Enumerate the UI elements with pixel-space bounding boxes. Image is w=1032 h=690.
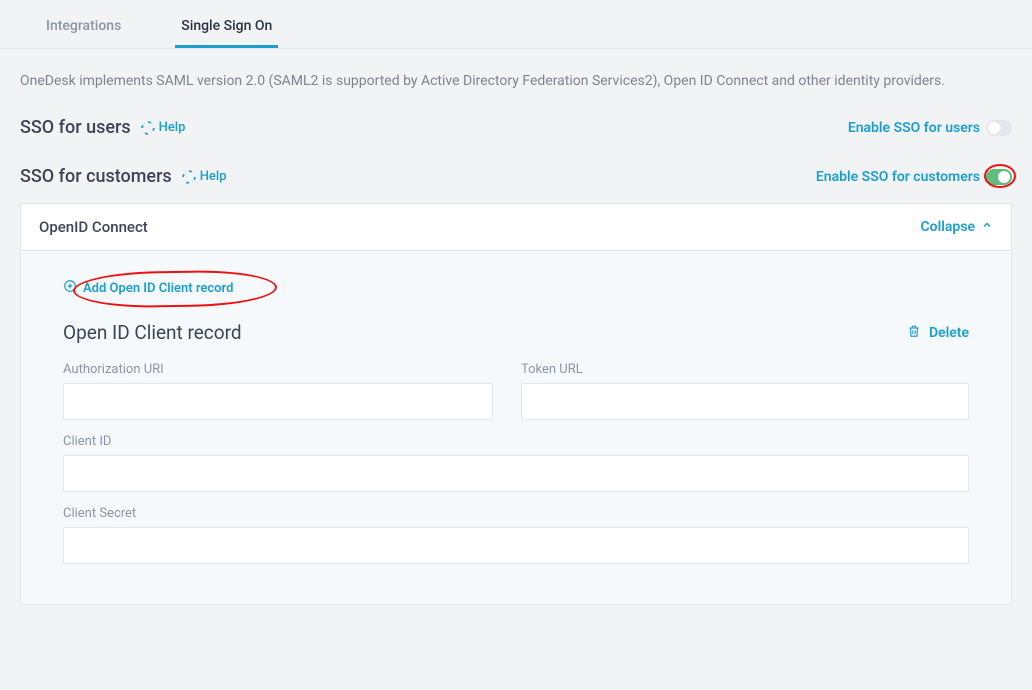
client-id-label: Client ID	[63, 434, 969, 449]
collapse-label: Collapse	[921, 219, 975, 235]
sso-customers-toggle-label: Enable SSO for customers	[816, 169, 980, 185]
sso-customers-help-link[interactable]: Help	[182, 169, 227, 184]
sso-customers-toggle[interactable]	[986, 169, 1012, 185]
delete-label: Delete	[929, 325, 969, 341]
sso-users-toggle[interactable]	[986, 120, 1012, 136]
openid-panel-header: OpenID Connect Collapse	[21, 204, 1011, 251]
tab-integrations[interactable]: Integrations	[40, 0, 127, 48]
collapse-button[interactable]: Collapse	[921, 219, 993, 235]
chevron-up-icon	[981, 219, 993, 235]
tab-bar: Integrations Single Sign On	[0, 0, 1032, 49]
openid-panel: OpenID Connect Collapse Add Open	[20, 203, 1012, 605]
client-secret-input[interactable]	[63, 527, 969, 564]
openid-record-title: Open ID Client record	[63, 321, 242, 344]
tab-sso[interactable]: Single Sign On	[175, 0, 278, 48]
plus-circle-icon	[63, 279, 77, 297]
help-label: Help	[200, 169, 227, 184]
token-url-label: Token URL	[521, 362, 969, 377]
section-sso-customers: SSO for customers Help Enable SSO for cu…	[0, 166, 1032, 187]
sso-customers-title: SSO for customers	[20, 166, 172, 187]
sso-users-help-link[interactable]: Help	[141, 120, 186, 135]
trash-icon	[907, 324, 921, 342]
help-label: Help	[159, 120, 186, 135]
intro-text: OneDesk implements SAML version 2.0 (SAM…	[0, 49, 1032, 117]
client-secret-label: Client Secret	[63, 506, 969, 521]
delete-record-button[interactable]: Delete	[907, 324, 969, 342]
client-id-input[interactable]	[63, 455, 969, 492]
add-record-label: Add Open ID Client record	[83, 281, 233, 296]
auth-uri-input[interactable]	[63, 383, 493, 420]
sso-users-title: SSO for users	[20, 117, 131, 138]
openid-panel-body: Add Open ID Client record Open ID Client…	[21, 251, 1011, 604]
auth-uri-label: Authorization URI	[63, 362, 493, 377]
add-openid-record-button[interactable]: Add Open ID Client record	[63, 279, 233, 297]
section-sso-users: SSO for users Help Enable SSO for users	[0, 117, 1032, 138]
openid-panel-title: OpenID Connect	[39, 218, 148, 236]
sso-users-toggle-label: Enable SSO for users	[848, 120, 980, 136]
help-icon	[141, 121, 155, 135]
help-icon	[182, 170, 196, 184]
token-url-input[interactable]	[521, 383, 969, 420]
